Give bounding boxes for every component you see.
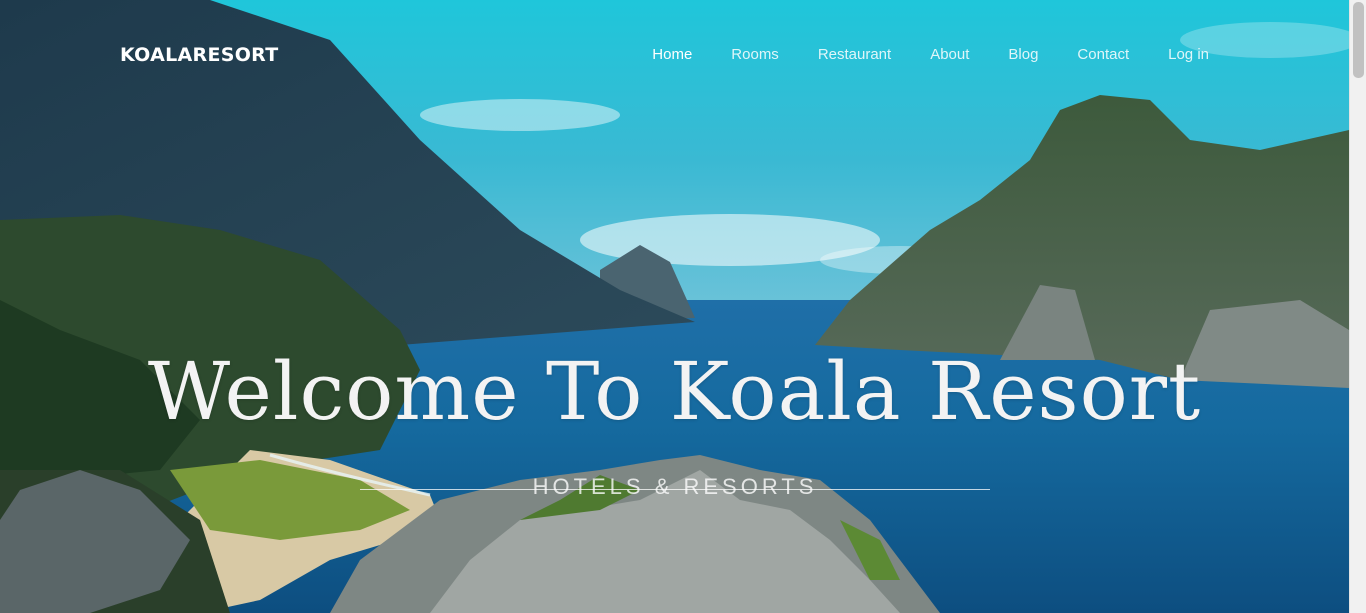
hero-subtitle-group: HOTELS & RESORTS — [360, 474, 990, 504]
nav-item-about[interactable]: About — [930, 46, 969, 63]
hero-title: Welcome To Koala Resort — [147, 345, 1202, 438]
nav-item-contact[interactable]: Contact — [1077, 46, 1129, 63]
brand-logo[interactable]: KOALARESORT — [120, 44, 279, 66]
hero-subtitle-container: HOTELS & RESORTS — [360, 474, 990, 500]
nav-item-blog[interactable]: Blog — [1008, 46, 1038, 63]
nav-item-rooms[interactable]: Rooms — [731, 46, 779, 63]
hero-subtitle: HOTELS & RESORTS — [532, 474, 818, 499]
nav-item-login[interactable]: Log in — [1168, 46, 1209, 63]
hero-background-image — [0, 0, 1349, 613]
main-navigation: Home Rooms Restaurant About Blog Contact… — [613, 46, 1209, 63]
nav-item-restaurant[interactable]: Restaurant — [818, 46, 891, 63]
page-scrollbar[interactable] — [1349, 0, 1366, 613]
scrollbar-thumb[interactable] — [1353, 2, 1364, 78]
hero-section: KOALARESORT Home Rooms Restaurant About … — [0, 0, 1349, 613]
nav-item-home[interactable]: Home — [652, 46, 692, 63]
